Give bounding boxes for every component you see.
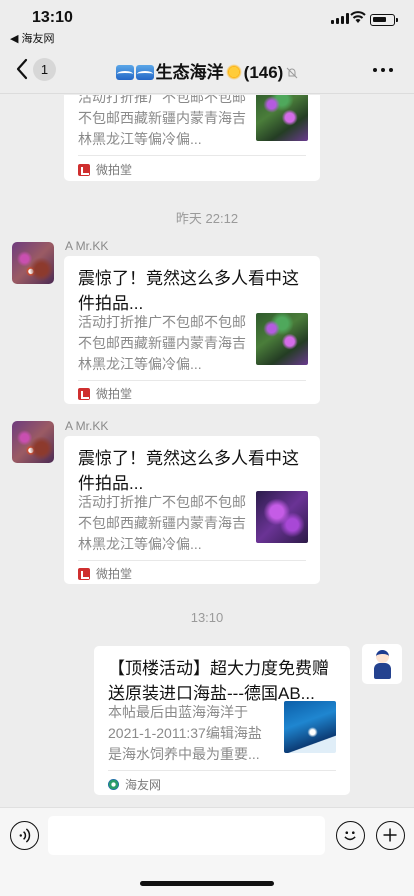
card-title: 震惊了！竟然这么多人看中这件拍品... bbox=[78, 449, 299, 493]
cellular-signal-icon bbox=[331, 13, 349, 24]
card-source-label: 微拍堂 bbox=[96, 567, 133, 581]
weipaitang-icon bbox=[78, 163, 90, 176]
my-avatar[interactable] bbox=[362, 644, 402, 684]
shared-link-card[interactable]: 活动打折推广不包邮不包邮不包邮西藏新疆内蒙青海吉林黑龙江等偏冷偏... 微拍堂 bbox=[64, 95, 320, 181]
group-name: 生态海洋 bbox=[155, 63, 224, 82]
plus-icon[interactable] bbox=[376, 821, 405, 850]
card-divider bbox=[78, 155, 306, 156]
card-title: 【顶楼活动】超大力度免费赠送原装进口海盐---德国AB... bbox=[108, 659, 329, 703]
avatar[interactable] bbox=[12, 242, 54, 284]
message-timestamp: 13:10 bbox=[190, 610, 224, 625]
haiyouwang-icon bbox=[108, 779, 119, 790]
weipaitang-icon bbox=[78, 567, 90, 580]
status-bar: 13:10 ◀ 海友网 bbox=[0, 0, 414, 46]
sender-name: A Mr.KK bbox=[65, 419, 109, 433]
member-count: (146) bbox=[243, 63, 284, 82]
message-list[interactable]: 活动打折推广不包邮不包邮不包邮西藏新疆内蒙青海吉林黑龙江等偏冷偏... 微拍堂 … bbox=[0, 95, 414, 807]
wave-emoji-icon bbox=[135, 65, 154, 80]
home-indicator[interactable] bbox=[140, 881, 274, 886]
message-input[interactable] bbox=[48, 816, 325, 855]
sun-emoji-icon bbox=[225, 64, 242, 80]
chat-title: 生态海洋 (146) bbox=[0, 58, 414, 83]
sender-name: A Mr.KK bbox=[65, 239, 109, 253]
status-time: 13:10 bbox=[32, 9, 73, 26]
mute-icon bbox=[286, 67, 298, 79]
chat-header: 1 生态海洋 (146) bbox=[0, 46, 414, 94]
wifi-icon bbox=[350, 11, 366, 23]
message-timestamp: 昨天 22:12 bbox=[175, 211, 239, 226]
voice-input-icon[interactable] bbox=[10, 821, 39, 850]
card-divider bbox=[78, 560, 306, 561]
emoji-icon[interactable] bbox=[336, 821, 365, 850]
card-source: 微拍堂 bbox=[78, 385, 132, 402]
card-divider bbox=[108, 770, 336, 771]
card-source-label: 微拍堂 bbox=[96, 163, 133, 177]
card-thumbnail bbox=[256, 95, 308, 141]
back-to-app-link[interactable]: ◀ 海友网 bbox=[10, 30, 55, 46]
card-description: 活动打折推广不包邮不包邮不包邮西藏新疆内蒙青海吉林黑龙江等偏冷偏... bbox=[78, 494, 246, 552]
battery-icon bbox=[370, 14, 398, 26]
more-options-icon[interactable] bbox=[373, 68, 393, 72]
card-source: 微拍堂 bbox=[78, 565, 132, 582]
card-source-label: 海友网 bbox=[125, 778, 162, 792]
card-divider bbox=[78, 380, 306, 381]
avatar[interactable] bbox=[12, 421, 54, 463]
card-source: 微拍堂 bbox=[78, 161, 132, 178]
card-thumbnail bbox=[256, 313, 308, 365]
card-description: 活动打折推广不包邮不包邮不包邮西藏新疆内蒙青海吉林黑龙江等偏冷偏... bbox=[78, 95, 246, 147]
card-title: 震惊了！竟然这么多人看中这件拍品... bbox=[78, 269, 299, 313]
card-thumbnail bbox=[284, 701, 336, 753]
shared-link-card[interactable]: 震惊了！竟然这么多人看中这件拍品... 活动打折推广不包邮不包邮不包邮西藏新疆内… bbox=[64, 256, 320, 404]
card-thumbnail bbox=[256, 491, 308, 543]
shared-link-card[interactable]: 震惊了！竟然这么多人看中这件拍品... 活动打折推广不包邮不包邮不包邮西藏新疆内… bbox=[64, 436, 320, 584]
card-source-label: 微拍堂 bbox=[96, 387, 133, 401]
card-description: 活动打折推广不包邮不包邮不包邮西藏新疆内蒙青海吉林黑龙江等偏冷偏... bbox=[78, 314, 246, 372]
weipaitang-icon bbox=[78, 387, 90, 400]
card-description: 本帖最后由蓝海海洋于2021-1-2011:37编辑海盐是海水饲养中最为重要..… bbox=[108, 704, 262, 762]
wave-emoji-icon bbox=[115, 65, 134, 80]
shared-link-card[interactable]: 【顶楼活动】超大力度免费赠送原装进口海盐---德国AB... 本帖最后由蓝海海洋… bbox=[94, 646, 350, 795]
card-source: 海友网 bbox=[108, 776, 161, 793]
